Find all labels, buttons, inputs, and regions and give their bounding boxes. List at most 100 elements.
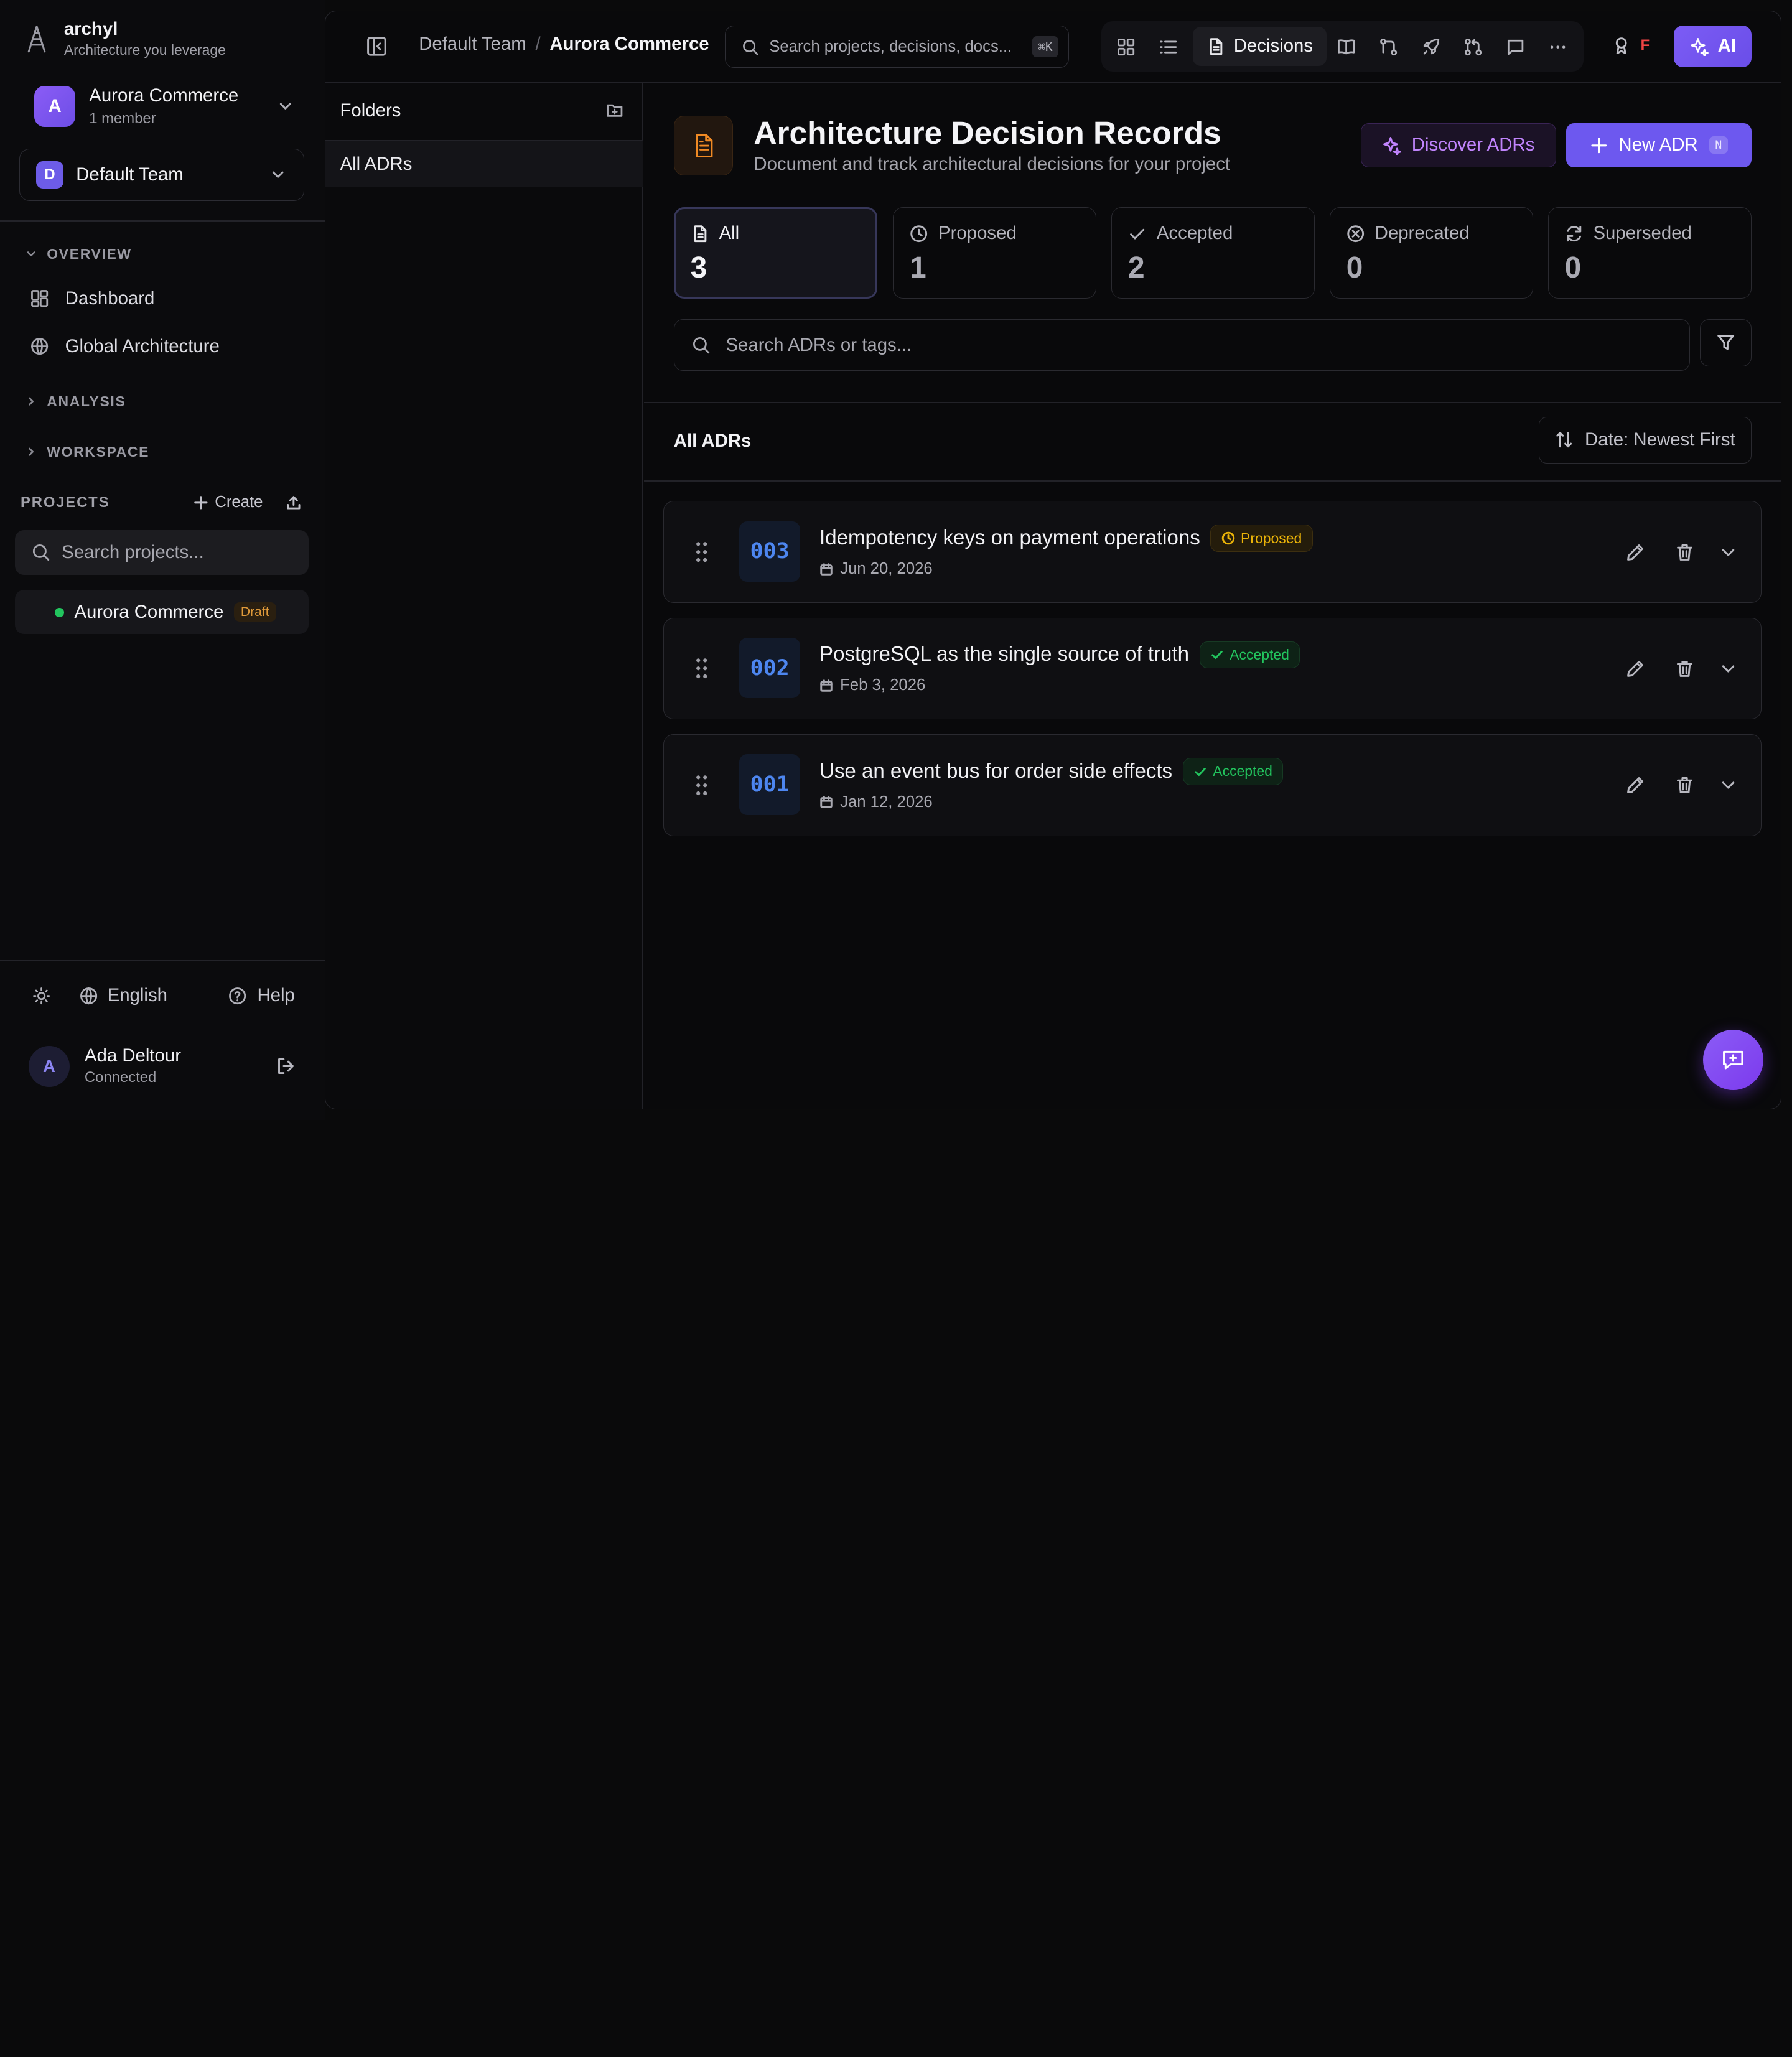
import-project-button[interactable] — [286, 495, 302, 511]
create-project-button[interactable]: Create — [193, 493, 263, 511]
section-analysis-toggle[interactable]: ANALYSIS — [25, 393, 126, 410]
expand-adr-button[interactable] — [1718, 658, 1738, 679]
folder-plus-icon[interactable] — [606, 102, 623, 119]
nav-global-architecture[interactable]: Global Architecture — [30, 336, 220, 357]
chevron-down-icon — [1722, 665, 1734, 673]
adr-search-input[interactable] — [726, 334, 1673, 356]
logout-icon[interactable] — [276, 1056, 296, 1076]
new-adr-button[interactable]: New ADR N — [1566, 123, 1752, 168]
discover-adrs-label: Discover ADRs — [1411, 134, 1535, 156]
filter-button[interactable] — [1700, 319, 1752, 366]
adr-card[interactable]: 001 Use an event bus for order side effe… — [663, 734, 1762, 836]
stat-value: 2 — [1127, 251, 1145, 285]
ai-assistant-label: AI — [1717, 35, 1736, 57]
tool-list[interactable] — [1159, 37, 1178, 57]
chevron-down-icon — [27, 251, 35, 257]
stat-filter-accepted[interactable]: Accepted 2 — [1111, 207, 1315, 299]
edit-adr-button[interactable] — [1625, 542, 1646, 562]
calendar-icon — [820, 562, 833, 576]
project-list-item[interactable]: Aurora Commerce Draft — [14, 589, 309, 635]
chat-support-button[interactable] — [1702, 1029, 1764, 1091]
expand-adr-button[interactable] — [1718, 542, 1738, 562]
stat-filter-proposed[interactable]: Proposed 1 — [893, 207, 1097, 299]
upload-icon — [287, 496, 301, 510]
project-search-input[interactable] — [62, 542, 291, 564]
team-select[interactable]: D Default Team — [19, 148, 304, 202]
ai-assistant-button[interactable]: AI — [1673, 26, 1752, 67]
user-profile[interactable]: A Ada Deltour Connected — [28, 1045, 296, 1088]
chevron-down-icon — [1722, 549, 1734, 556]
language-select[interactable]: English — [79, 985, 167, 1006]
discover-adrs-button[interactable]: Discover ADRs — [1360, 123, 1556, 168]
stat-filter-all[interactable]: All 3 — [673, 207, 877, 299]
achievements-button[interactable]: F — [1612, 36, 1650, 54]
breadcrumb: Default Team / Aurora Commerce — [419, 34, 709, 55]
projects-header: PROJECTS Create — [21, 493, 302, 511]
sidebar-toggle-icon[interactable] — [365, 35, 388, 58]
folder-item-all-adrs[interactable]: All ADRs — [325, 141, 643, 187]
stat-label: Accepted — [1156, 223, 1233, 244]
file-text-icon — [696, 134, 712, 158]
adr-title[interactable]: PostgreSQL as the single source of truth — [819, 643, 1189, 666]
refresh-icon — [1566, 225, 1581, 241]
edit-adr-button[interactable] — [1625, 775, 1646, 795]
adr-search[interactable] — [673, 319, 1690, 371]
expand-adr-button[interactable] — [1718, 775, 1738, 795]
tool-docs[interactable] — [1337, 37, 1356, 57]
tool-flows[interactable] — [1379, 37, 1398, 57]
edit-adr-button[interactable] — [1625, 658, 1646, 679]
project-switcher[interactable]: A Aurora Commerce 1 member — [34, 85, 295, 128]
tool-more[interactable] — [1548, 37, 1567, 57]
nav-dashboard[interactable]: Dashboard — [30, 288, 154, 309]
status-badge: Accepted — [1199, 641, 1300, 669]
chevron-right-icon — [29, 397, 34, 406]
view-toolbar: Decisions — [1101, 21, 1584, 72]
chevron-down-icon — [280, 103, 291, 110]
search-icon — [693, 337, 710, 354]
pencil-icon — [1627, 777, 1643, 794]
sort-icon — [1556, 432, 1572, 448]
achievement-grade-badge: F — [1640, 36, 1650, 54]
project-search[interactable] — [14, 530, 309, 575]
sort-select[interactable]: Date: Newest First — [1539, 416, 1752, 464]
section-overview-toggle[interactable]: OVERVIEW — [25, 246, 131, 263]
global-search-input[interactable] — [769, 37, 1022, 56]
chevron-right-icon — [29, 447, 34, 456]
content-divider — [644, 401, 1781, 403]
delete-adr-button[interactable] — [1674, 658, 1695, 679]
sun-icon[interactable] — [32, 986, 51, 1005]
section-workspace-toggle[interactable]: WORKSPACE — [25, 444, 149, 460]
drag-handle-icon[interactable] — [693, 539, 711, 564]
delete-adr-button[interactable] — [1674, 542, 1695, 562]
stat-filter-superseded[interactable]: Superseded 0 — [1547, 207, 1752, 299]
adr-card[interactable]: 003 Idempotency keys on payment operatio… — [663, 501, 1762, 603]
adr-date-value: Feb 3, 2026 — [840, 676, 926, 694]
tool-decisions[interactable]: Decisions — [1192, 27, 1327, 66]
stat-label: Superseded — [1593, 223, 1692, 244]
tool-grid[interactable] — [1116, 37, 1136, 57]
global-search[interactable]: ⌘K — [725, 26, 1070, 68]
brand[interactable]: archyl Architecture you leverage — [23, 18, 226, 59]
tool-deploy[interactable] — [1421, 37, 1440, 57]
tool-pull-requests[interactable] — [1463, 37, 1483, 57]
adr-card[interactable]: 002 PostgreSQL as the single source of t… — [663, 617, 1762, 720]
help-label: Help — [257, 985, 295, 1006]
search-shortcut: ⌘K — [1032, 36, 1058, 58]
adr-title[interactable]: Use an event bus for order side effects — [819, 760, 1172, 783]
status-badge: Proposed — [1210, 525, 1313, 552]
tool-comments[interactable] — [1506, 37, 1525, 57]
adr-number: 003 — [739, 521, 800, 582]
plus-icon — [194, 496, 208, 510]
x-circle-icon — [1347, 225, 1364, 242]
page-title: Architecture Decision Records — [754, 114, 1221, 151]
drag-handle-icon[interactable] — [693, 773, 711, 798]
flows-icon — [1380, 38, 1398, 55]
breadcrumb-project[interactable]: Aurora Commerce — [549, 34, 709, 55]
delete-adr-button[interactable] — [1674, 775, 1695, 795]
breadcrumb-team[interactable]: Default Team — [419, 34, 526, 55]
stat-filter-deprecated[interactable]: Deprecated 0 — [1330, 207, 1533, 299]
adr-date: Jun 20, 2026 — [819, 560, 933, 578]
adr-title[interactable]: Idempotency keys on payment operations — [819, 526, 1200, 550]
help-button[interactable]: Help — [228, 985, 295, 1006]
drag-handle-icon[interactable] — [693, 656, 711, 681]
